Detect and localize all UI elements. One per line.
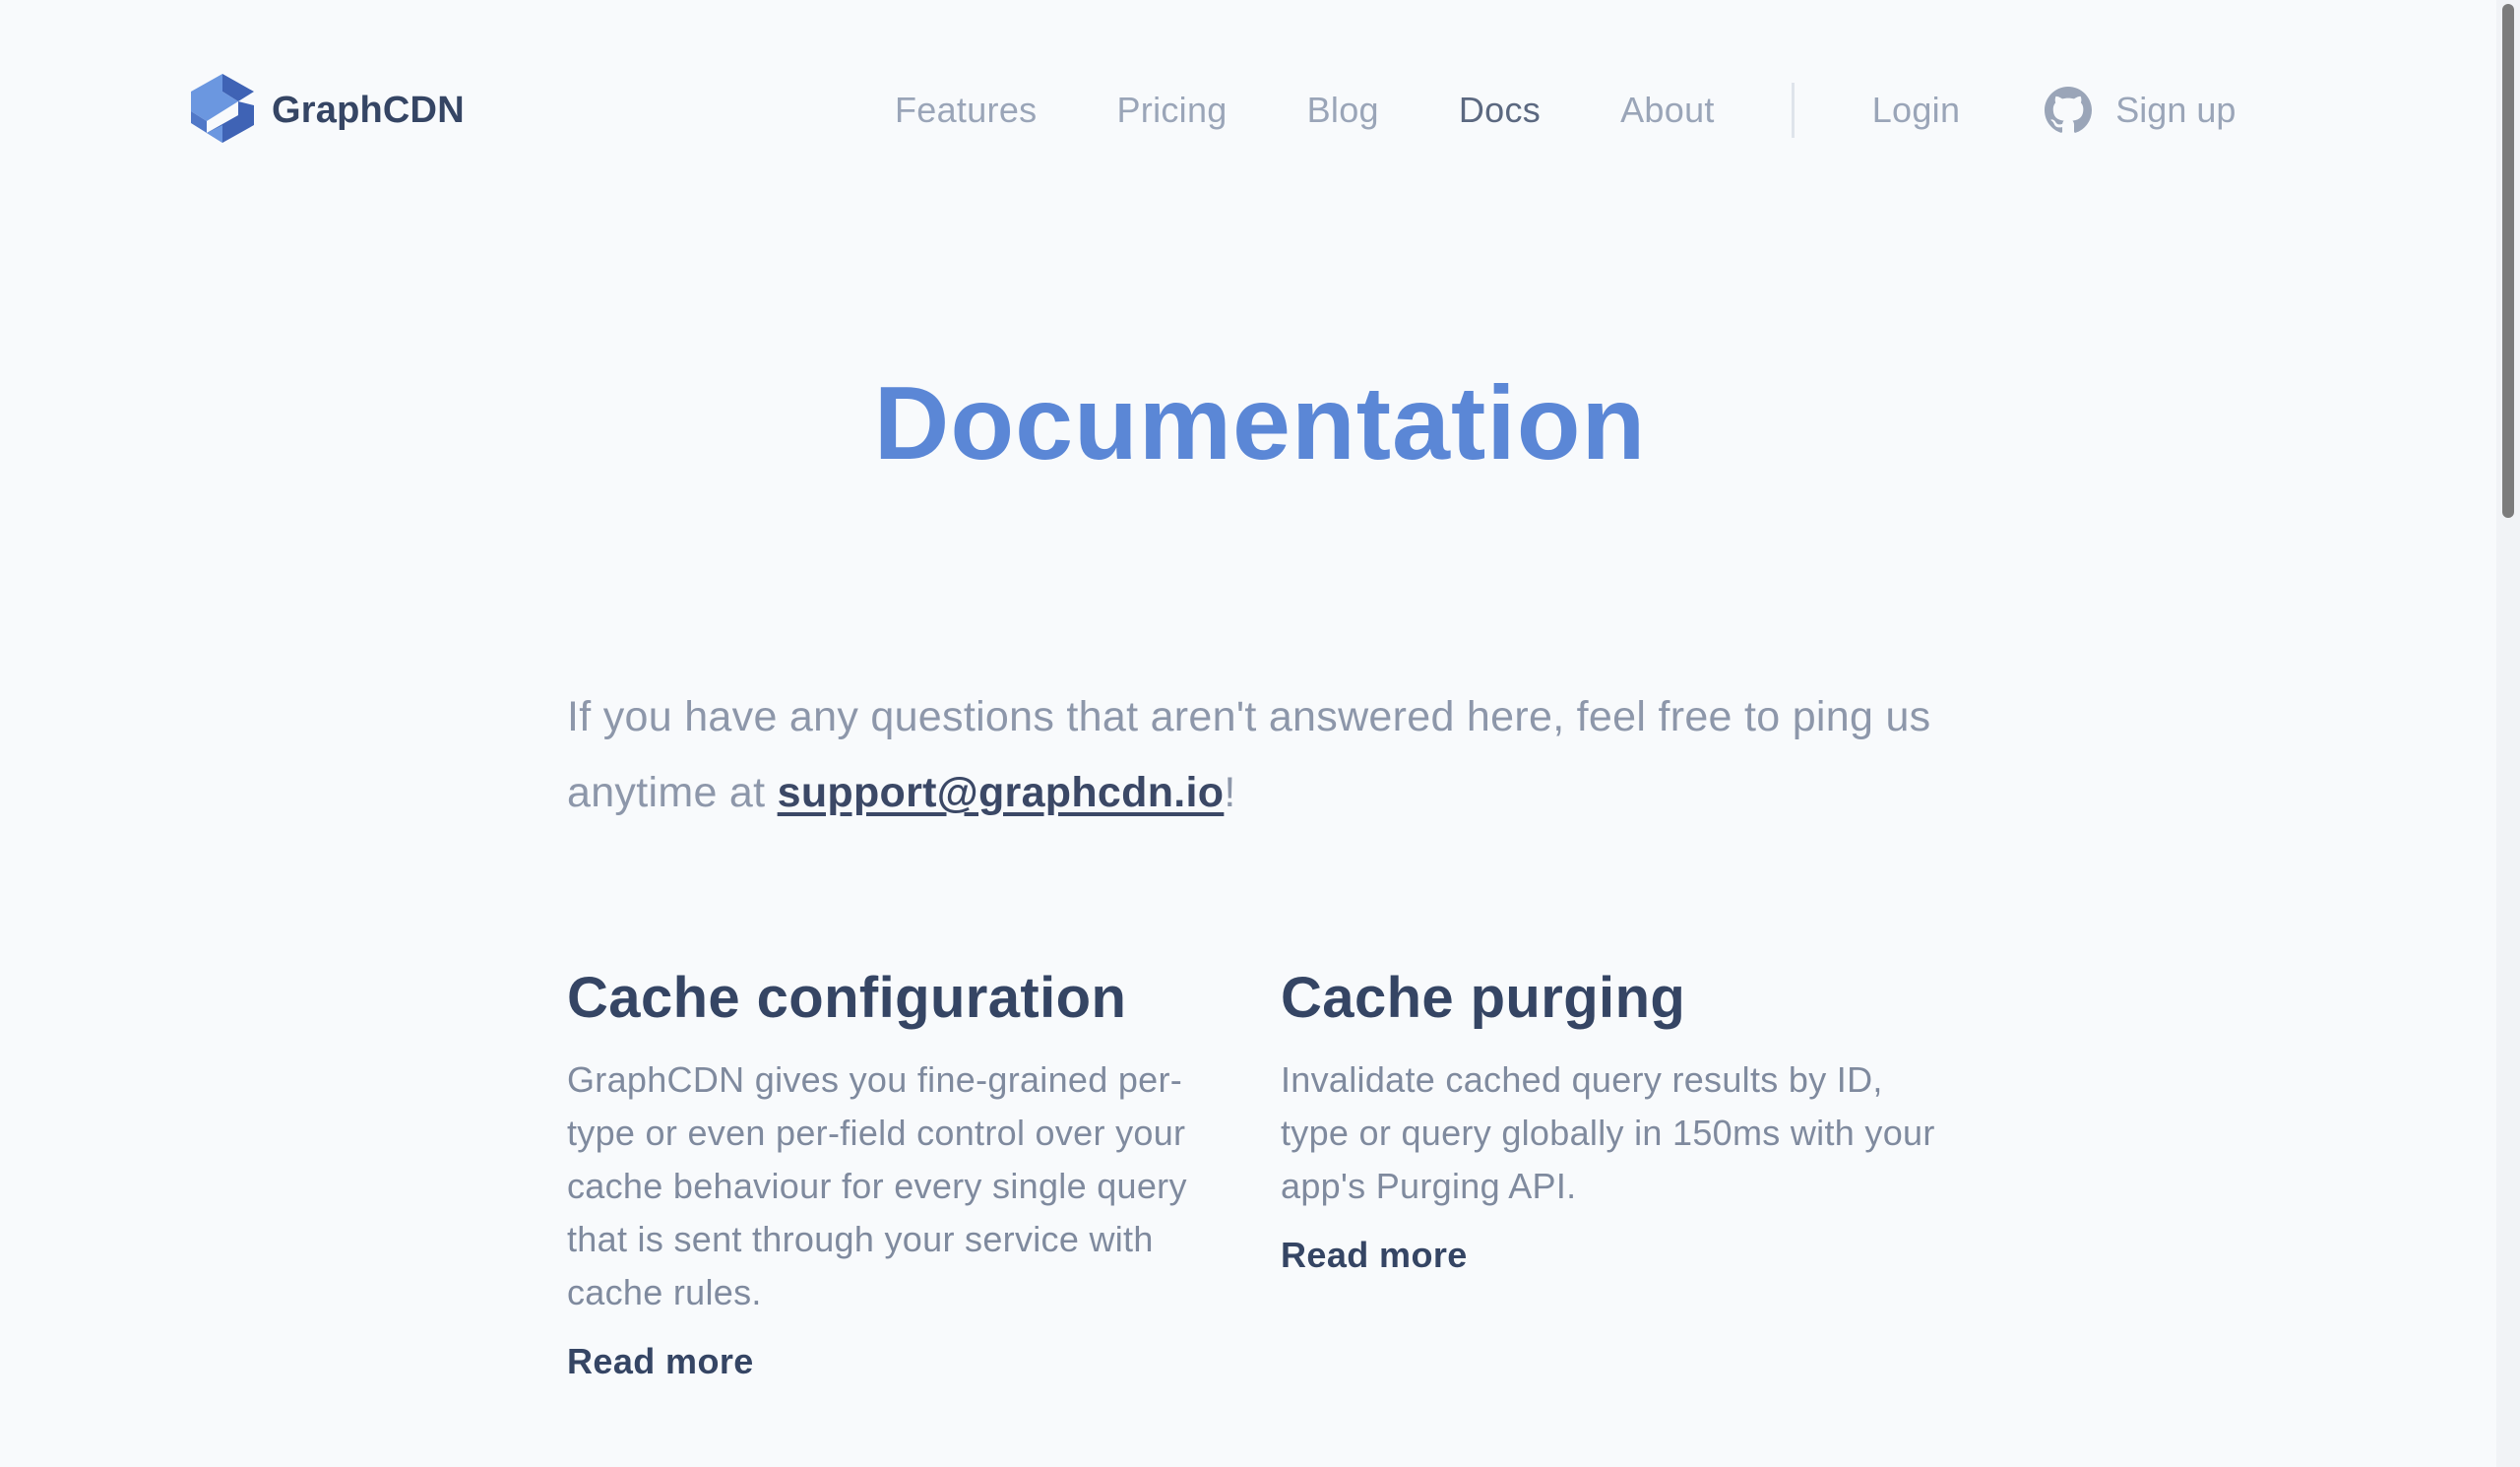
github-icon (2045, 87, 2093, 134)
card-title: Cache configuration (567, 966, 1127, 1030)
intro-text-before: If you have any questions that aren't an… (567, 693, 1931, 816)
page-title: Documentation (873, 365, 1647, 481)
signup-label: Sign up (2115, 90, 2236, 130)
scrollbar-thumb[interactable] (2502, 4, 2514, 518)
support-email-link[interactable]: support@graphcdn.io (778, 769, 1225, 816)
intro-text: If you have any questions that aren't an… (567, 679, 1965, 831)
login-link[interactable]: Login (1872, 90, 1961, 131)
nav-features[interactable]: Features (895, 90, 1037, 131)
read-more-link[interactable]: Read more (567, 1341, 754, 1382)
main-nav: Features Pricing Blog Docs About Login S… (895, 71, 2236, 150)
nav-docs[interactable]: Docs (1459, 90, 1541, 131)
site-header: GraphCDN Features Pricing Blog Docs Abou… (187, 71, 2333, 150)
brand-home-link[interactable]: GraphCDN (187, 70, 465, 152)
page: GraphCDN Features Pricing Blog Docs Abou… (0, 0, 2496, 1467)
card-cache-configuration: Cache configuration GraphCDN gives you f… (567, 957, 1236, 1382)
auth-links: Login Sign up (1872, 87, 2236, 134)
card-title: Cache purging (1281, 966, 1686, 1030)
graphcdn-logo-icon (187, 70, 258, 152)
nav-blog[interactable]: Blog (1307, 90, 1379, 131)
card-description: Invalidate cached query results by ID, t… (1281, 1059, 1935, 1206)
signup-button[interactable]: Sign up (2045, 87, 2236, 134)
read-more-link[interactable]: Read more (1281, 1235, 1468, 1276)
card-cache-purging: Cache purging Invalidate cached query re… (1281, 957, 1950, 1276)
nav-pricing[interactable]: Pricing (1116, 90, 1227, 131)
vertical-scrollbar[interactable] (2496, 0, 2520, 1467)
intro-text-after: ! (1224, 769, 1236, 816)
brand-name: GraphCDN (272, 89, 465, 131)
nav-about[interactable]: About (1620, 90, 1715, 131)
nav-divider (1791, 83, 1795, 138)
card-description: GraphCDN gives you fine-grained per-type… (567, 1059, 1187, 1312)
